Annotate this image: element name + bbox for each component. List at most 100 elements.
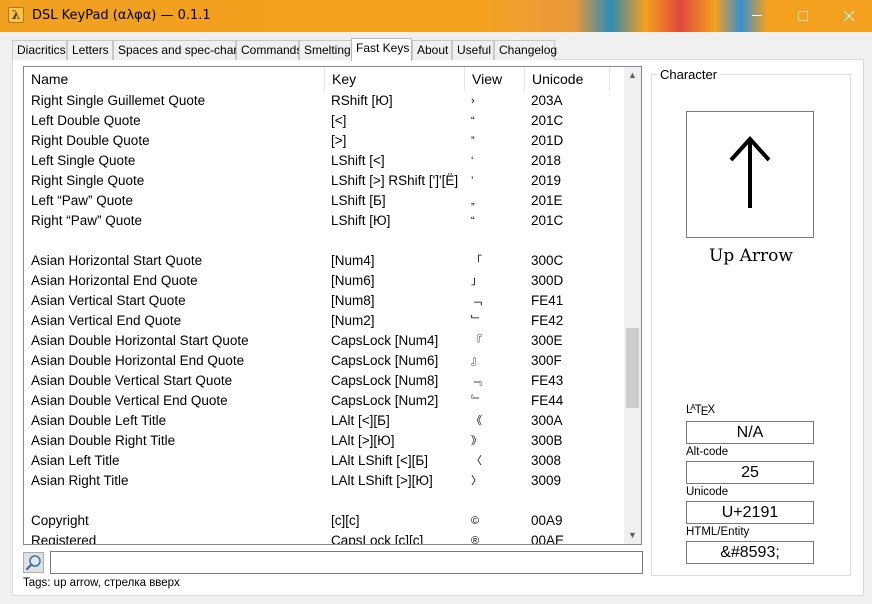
character-group-title: Character (657, 67, 721, 82)
list-item[interactable] (24, 491, 624, 511)
row-key: CapsLock [Num2] (331, 393, 439, 408)
list-item[interactable]: Asian Horizontal End Quote [Num6] 」 300D (24, 271, 624, 291)
list-item[interactable]: Asian Double Left Title LAlt [<][Б] 《 300A (24, 411, 624, 431)
list-item[interactable]: Asian Double Vertical Start Quote CapsLoc… (24, 371, 624, 391)
tab-diacritics[interactable]: Diacritics (12, 40, 67, 60)
row-view: ﹂ (471, 315, 482, 327)
list-rows: Right Single Guillemet Quote RShift [Ю] › 2… (24, 91, 624, 545)
row-key: CapsLock [Num6] (331, 353, 439, 368)
magnifier-icon (25, 555, 41, 571)
row-key: [Num4] (331, 253, 375, 268)
tab-letters[interactable]: Letters (67, 40, 113, 60)
list-item[interactable]: Asian Vertical Start Quote [Num8] ﹁ FE41 (24, 291, 624, 311)
row-unicode: 300B (531, 433, 563, 448)
scroll-thumb[interactable] (626, 328, 639, 408)
row-unicode: 203A (531, 93, 563, 108)
list-item[interactable]: Left “Paw” Quote LShift [Б] „ 201E (24, 191, 624, 211)
tab-smelting[interactable]: Smelting (299, 40, 352, 60)
row-name: Asian Vertical End Quote (31, 313, 182, 328)
list-item[interactable] (24, 231, 624, 251)
unicode-label: Unicode (686, 486, 729, 498)
character-name: Up Arrow (709, 246, 793, 266)
latex-value[interactable]: N/A (686, 421, 814, 444)
row-name: Registered (31, 533, 97, 545)
window-title: DSL KeyPad (αλφα) — 0.1.1 (32, 8, 211, 23)
maximize-button[interactable] (780, 0, 826, 32)
latex-label: LATEX (686, 403, 716, 418)
tab-about[interactable]: About (412, 40, 452, 60)
column-header-unicode[interactable]: Unicode (525, 67, 610, 91)
list-item[interactable]: Right Single Guillemet Quote RShift [Ю] › 2… (24, 91, 624, 111)
list-header: Name Key View Unicode (24, 67, 624, 91)
list-item[interactable]: Asian Double Right Title LAlt [>][Ю] 》 300B (24, 431, 624, 451)
row-key: [c][c] (331, 513, 360, 528)
row-view: ‘ (471, 155, 474, 167)
row-view: “ (471, 115, 475, 127)
row-key: LShift [>] RShift [']'[Ё] (331, 173, 459, 188)
tab-commands[interactable]: Commands (236, 40, 302, 60)
row-view: ﹁ (471, 295, 482, 307)
row-name: Right Single Quote (31, 173, 145, 188)
altcode-label: Alt-code (686, 446, 729, 458)
row-unicode: FE43 (531, 373, 564, 388)
row-unicode: 00A9 (531, 513, 563, 528)
fast-keys-list[interactable]: Name Key View Unicode Right Single Guill… (23, 66, 642, 545)
row-view: 〉 (471, 475, 482, 487)
list-item[interactable]: Left Single Quote LShift [<] ‘ 2018 (24, 151, 624, 171)
tab-changelog[interactable]: Changelog (494, 40, 557, 60)
row-view: 『 (471, 335, 482, 347)
tab-fast-keys[interactable]: Fast Keys (351, 38, 412, 61)
row-view: 』 (471, 355, 482, 367)
list-item[interactable]: Asian Double Vertical End Quote CapsLock … (24, 391, 624, 411)
list-item[interactable]: Left Double Quote [<] “ 201C (24, 111, 624, 131)
list-item[interactable]: Right Double Quote [>] ” 201D (24, 131, 624, 151)
column-header-view[interactable]: View (465, 67, 525, 91)
list-item[interactable]: Asian Vertical End Quote [Num2] ﹂ FE42 (24, 311, 624, 331)
search-input[interactable] (50, 551, 643, 574)
row-key: [Num6] (331, 273, 375, 288)
search-button[interactable] (23, 552, 44, 573)
list-item[interactable]: Right “Paw” Quote LShift [Ю] “ 201C (24, 211, 624, 231)
row-view: © (471, 515, 480, 527)
tab-spaces-and-spec-chars[interactable]: Spaces and spec-chars (113, 40, 243, 60)
row-key: RShift [Ю] (331, 93, 393, 108)
row-unicode: 300A (531, 413, 563, 428)
vertical-scrollbar[interactable]: ▲ ▼ (624, 67, 641, 544)
minimize-icon (752, 15, 762, 16)
scroll-up-icon[interactable]: ▲ (624, 67, 641, 84)
tab-useful[interactable]: Useful (452, 40, 494, 60)
html-entity-label: HTML/Entity (686, 526, 750, 538)
altcode-value[interactable]: 25 (686, 461, 814, 484)
list-item[interactable]: Asian Left Title LAlt LShift [<][Б] 〈 3008 (24, 451, 624, 471)
row-unicode: 300F (531, 353, 562, 368)
row-unicode: 2018 (531, 153, 562, 168)
row-view: ” (471, 135, 475, 147)
row-name: Asian Left Title (31, 453, 120, 468)
row-name: Asian Horizontal Start Quote (31, 253, 203, 268)
list-item[interactable]: Registered CapsLock [c][c] ® 00AE (24, 531, 624, 545)
minimize-button[interactable] (734, 0, 780, 32)
column-header-key[interactable]: Key (325, 67, 465, 91)
html-entity-value[interactable]: &#8593; (686, 541, 814, 564)
close-button[interactable] (826, 0, 872, 32)
row-key: LShift [Ю] (331, 213, 391, 228)
scroll-down-icon[interactable]: ▼ (624, 527, 641, 544)
row-name: Left Double Quote (31, 113, 141, 128)
list-item[interactable]: Asian Horizontal Start Quote [Num4] 「 300C (24, 251, 624, 271)
row-key: LAlt [>][Ю] (331, 433, 395, 448)
app-icon: λ (8, 7, 24, 23)
list-item[interactable]: Copyright [c][c] © 00A9 (24, 511, 624, 531)
list-item[interactable]: Asian Right Title LAlt LShift [>][Ю] 〉 3009 (24, 471, 624, 491)
title-bar[interactable]: λ DSL KeyPad (αλφα) — 0.1.1 (0, 0, 872, 32)
unicode-value[interactable]: U+2191 (686, 501, 814, 524)
column-header-name[interactable]: Name (24, 67, 325, 91)
up-arrow-icon (729, 136, 771, 208)
row-unicode: 300D (531, 273, 564, 288)
list-item[interactable]: Asian Double Horizontal End Quote CapsLoc… (24, 351, 624, 371)
character-preview (686, 111, 814, 238)
list-item[interactable]: Asian Double Horizontal Start Quote CapsL… (24, 331, 624, 351)
row-name: Left Single Quote (31, 153, 136, 168)
list-item[interactable]: Right Single Quote LShift [>] RShift [']'… (24, 171, 624, 191)
row-key: CapsLock [Num4] (331, 333, 439, 348)
row-unicode: 3008 (531, 453, 562, 468)
